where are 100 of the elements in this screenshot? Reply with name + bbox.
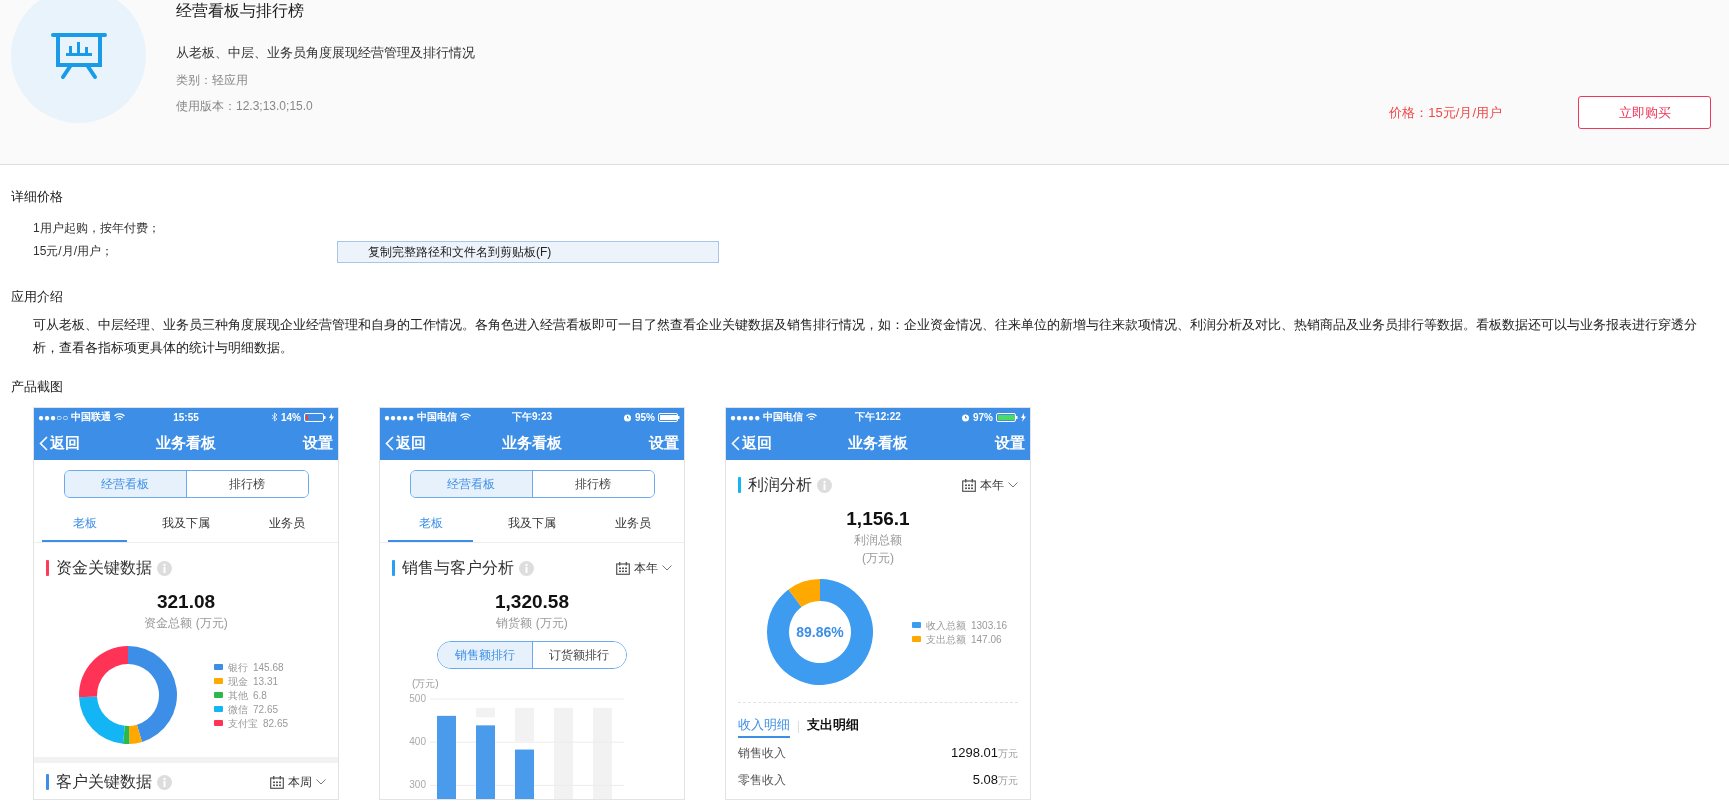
legend-value: 6.8 — [253, 689, 267, 701]
calendar-icon — [962, 478, 976, 492]
back-chevron-icon — [731, 435, 740, 451]
period-label: 本周 — [288, 773, 312, 791]
battery-percent: 14% — [281, 411, 301, 423]
app-description: 从老板、中层、业务员角度展现经营管理及排行情况 — [176, 44, 475, 62]
info-icon — [519, 560, 534, 576]
legend-label: 银行 — [228, 661, 248, 673]
app-versions: 使用版本：12.3;13.0;15.0 — [176, 98, 314, 115]
section-title: 销售与客户分析 — [402, 557, 514, 578]
legend-value: 147.06 — [971, 633, 1002, 645]
back-button[interactable]: 返回 — [385, 433, 426, 453]
back-chevron-icon — [385, 435, 394, 451]
segment-tab[interactable]: 经营看板 — [410, 471, 532, 497]
info-icon — [817, 477, 832, 493]
status-time: 下午12:22 — [854, 410, 902, 424]
legend-value: 1303.16 — [971, 619, 1008, 631]
axis-tick-label: 400 — [409, 736, 426, 748]
nav-title: 业务看板 — [848, 433, 908, 453]
total-value: 1,156.1 — [845, 508, 911, 530]
carrier-name: 中国电信 — [763, 410, 804, 424]
back-button[interactable]: 返回 — [39, 433, 80, 453]
legend-label: 微信 — [228, 703, 248, 715]
wifi-icon — [114, 413, 126, 421]
status-time: 15:55 — [172, 411, 200, 423]
role-tab[interactable]: 老板 — [42, 506, 128, 542]
legend-value: 72.65 — [253, 703, 279, 715]
total-value: 321.08 — [155, 591, 217, 613]
battery-percent: 95% — [635, 411, 655, 423]
segment-tab[interactable]: 排行榜 — [531, 471, 654, 497]
role-tab[interactable]: 老板 — [388, 506, 474, 542]
total-label: 利润总额 — [853, 532, 903, 548]
presentation-board-icon — [50, 31, 107, 80]
signal-dots: ●●●○○ — [38, 411, 69, 423]
donut-center-percent: 89.86% — [796, 624, 844, 640]
segment-tab[interactable]: 经营看板 — [64, 471, 186, 497]
signal-dots: ●●●●● — [384, 411, 415, 423]
dropdown-chevron-icon — [316, 779, 326, 785]
info-icon — [157, 774, 172, 790]
axis-tick-label: 300 — [409, 779, 426, 791]
ranking-tab[interactable]: 订货额排行 — [531, 642, 626, 668]
row-label: 零售收入 — [738, 772, 786, 789]
signal-dots: ●●●●● — [730, 411, 761, 423]
axis-tick-label: 500 — [409, 693, 426, 704]
segment-tab[interactable]: 排行榜 — [185, 471, 308, 497]
dropdown-chevron-icon — [662, 565, 672, 571]
section-title: 利润分析 — [748, 474, 812, 495]
role-tab[interactable]: 业务员 — [244, 506, 330, 542]
row-unit: 万元 — [998, 774, 1018, 788]
back-button[interactable]: 返回 — [731, 433, 772, 453]
period-selector[interactable]: 本周 — [270, 773, 326, 791]
dropdown-chevron-icon — [1008, 482, 1018, 488]
status-time: 下午9:23 — [511, 410, 553, 424]
tooltip: 复制完整路径和文件名到剪贴板(F) — [337, 241, 719, 263]
price-detail-line: 1用户起购，按年付费； — [33, 220, 160, 237]
legend-label: 收入总额 — [926, 619, 966, 631]
legend-value: 13.31 — [253, 675, 279, 687]
wifi-icon — [460, 413, 472, 421]
role-tab[interactable]: 业务员 — [590, 506, 676, 542]
settings-button[interactable]: 设置 — [649, 433, 679, 453]
carrier-name: 中国电信 — [417, 410, 458, 424]
legend-label: 其他 — [228, 689, 248, 701]
battery-percent: 97% — [973, 411, 993, 423]
section-heading: 产品截图 — [10, 378, 64, 396]
section-heading: 详细价格 — [10, 188, 64, 206]
ranking-tab[interactable]: 销售额排行 — [438, 642, 532, 668]
section-heading: 应用介绍 — [10, 288, 64, 306]
period-label: 本年 — [634, 559, 658, 577]
app-title: 经营看板与排行榜 — [176, 1, 305, 21]
row-value: 1298.01 — [951, 744, 998, 762]
app-category: 类别：轻应用 — [176, 72, 249, 89]
buy-button[interactable]: 立即购买 — [1578, 96, 1711, 129]
calendar-icon — [616, 561, 630, 575]
nav-title: 业务看板 — [502, 433, 562, 453]
settings-button[interactable]: 设置 — [303, 433, 333, 453]
row-unit: 万元 — [998, 747, 1018, 761]
legend-value: 145.68 — [253, 661, 284, 673]
period-label: 本年 — [980, 476, 1004, 494]
calendar-icon — [270, 775, 284, 789]
axis-unit-label: (万元) — [412, 678, 439, 689]
row-value: 5.08 — [972, 771, 998, 789]
legend-value: 82.65 — [263, 717, 289, 729]
section-title: 资金关键数据 — [56, 557, 152, 578]
role-tab[interactable]: 我及下属 — [489, 506, 575, 542]
nav-title: 业务看板 — [156, 433, 216, 453]
section-title: 客户关键数据 — [56, 771, 152, 792]
detail-tab[interactable]: 收入明细 — [738, 716, 790, 738]
settings-button[interactable]: 设置 — [995, 433, 1025, 453]
unit-label: (万元) — [861, 550, 895, 566]
detail-tab[interactable]: 支出明细 — [807, 716, 859, 738]
period-selector[interactable]: 本年 — [962, 476, 1018, 494]
back-chevron-icon — [39, 435, 48, 451]
period-selector[interactable]: 本年 — [616, 559, 672, 577]
legend-label: 支出总额 — [926, 633, 966, 645]
total-label: 销货额 (万元) — [495, 615, 569, 631]
legend-label: 现金 — [228, 675, 248, 687]
intro-paragraph: 可从老板、中层经理、业务员三种角度展现企业经营管理和自身的工作情况。各角色进入经营看板即可一目了然查看企业关键数据及销售排行情况，如：企业资金情况、往来单位的新增与往来款项情况、利润分析及对比、热销商品及业务员排行等数据。看板数据还可以与业务报表进行穿透分析，查看各指标项更具体的统计与明细数据。 — [32, 316, 1698, 357]
total-label: 资金总额 (万元) — [143, 615, 229, 631]
price-text: 价格：15元/月/用户 — [1389, 103, 1502, 122]
role-tab[interactable]: 我及下属 — [143, 506, 229, 542]
